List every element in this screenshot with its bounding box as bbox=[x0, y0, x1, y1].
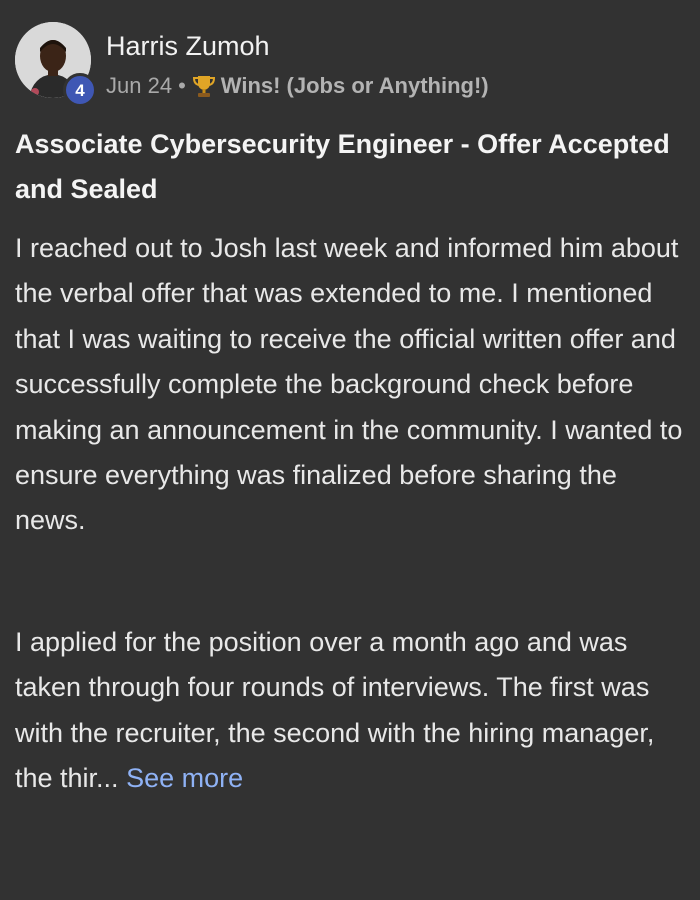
post-paragraph-text: I applied for the position over a month … bbox=[15, 627, 655, 794]
post-paragraph: I reached out to Josh last week and info… bbox=[15, 233, 683, 536]
post-meta: Jun 24 • Wins! (Jobs or Anything!) bbox=[106, 73, 489, 99]
post-date[interactable]: Jun 24 bbox=[106, 73, 172, 99]
meta-separator: • bbox=[178, 73, 186, 98]
post-paragraph-truncated: I applied for the position over a month … bbox=[15, 620, 690, 802]
post-card: 4 Harris Zumoh Jun 24 • Wins! (Jobs or A… bbox=[0, 0, 700, 900]
level-badge: 4 bbox=[63, 73, 97, 107]
trophy-icon bbox=[192, 74, 215, 98]
author-name[interactable]: Harris Zumoh bbox=[106, 31, 270, 62]
post-title: Associate Cybersecurity Engineer - Offer… bbox=[15, 129, 670, 204]
post-header: 4 Harris Zumoh Jun 24 • Wins! (Jobs or A… bbox=[15, 22, 685, 107]
see-more-link[interactable]: See more bbox=[126, 763, 243, 793]
category-link[interactable]: Wins! (Jobs or Anything!) bbox=[221, 73, 489, 99]
